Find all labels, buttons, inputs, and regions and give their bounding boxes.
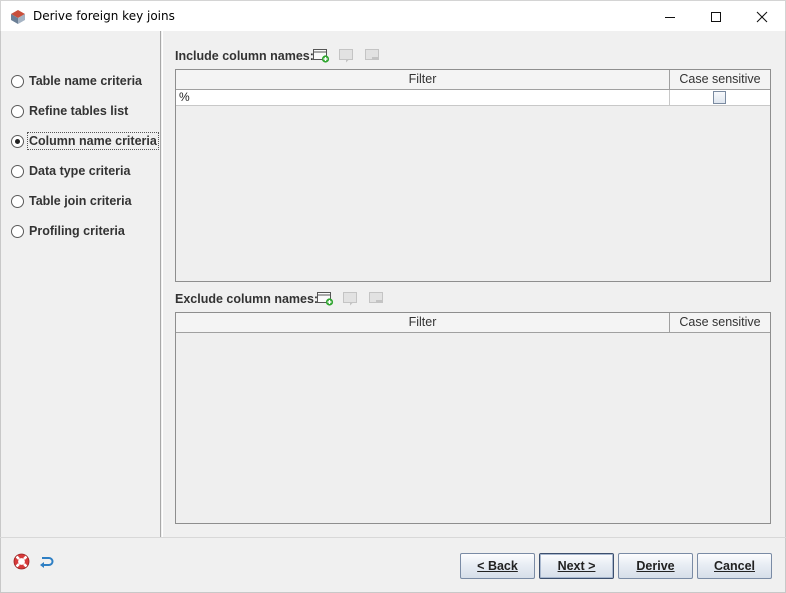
close-icon — [756, 11, 768, 22]
edit-row-icon[interactable] — [338, 47, 356, 63]
radio-button[interactable] — [11, 164, 24, 178]
back-button[interactable]: < Back — [460, 553, 535, 579]
step-label: Table join criteria — [29, 194, 132, 208]
remove-row-icon[interactable] — [368, 290, 386, 306]
case-sensitive-cell — [670, 90, 770, 105]
wizard-steps-panel: Table name criteria Refine tables list C… — [0, 31, 163, 537]
case-sensitive-column-header[interactable]: Case sensitive — [670, 313, 770, 332]
step-column-name-criteria[interactable]: Column name criteria — [11, 131, 159, 151]
derive-button[interactable]: Derive — [618, 553, 693, 579]
radio-button-selected[interactable] — [11, 134, 24, 148]
next-button[interactable]: Next > — [539, 553, 614, 579]
include-section-label: Include column names: — [175, 49, 314, 63]
radio-button[interactable] — [11, 104, 24, 118]
filter-cell[interactable]: % — [176, 90, 670, 105]
radio-button[interactable] — [11, 224, 24, 238]
edit-row-icon[interactable] — [342, 290, 360, 306]
minimize-icon — [665, 16, 675, 18]
case-sensitive-checkbox[interactable] — [713, 91, 726, 104]
exclude-columns-table: Filter Case sensitive — [175, 312, 771, 524]
maximize-button[interactable] — [693, 1, 739, 32]
filter-column-header[interactable]: Filter — [176, 70, 670, 89]
step-refine-tables-list[interactable]: Refine tables list — [11, 101, 128, 121]
footer-divider — [0, 537, 786, 538]
remove-row-icon[interactable] — [364, 47, 382, 63]
help-lifebuoy-icon[interactable] — [13, 553, 30, 570]
step-label: Data type criteria — [29, 164, 131, 178]
radio-button[interactable] — [11, 74, 24, 88]
step-table-name-criteria[interactable]: Table name criteria — [11, 71, 142, 91]
add-row-icon[interactable] — [312, 47, 330, 63]
step-profiling-criteria[interactable]: Profiling criteria — [11, 221, 125, 241]
step-data-type-criteria[interactable]: Data type criteria — [11, 161, 130, 181]
cancel-button[interactable]: Cancel — [697, 553, 772, 579]
add-row-icon[interactable] — [316, 290, 334, 306]
title-bar: Derive foreign key joins — [0, 0, 786, 31]
table-row[interactable]: % — [176, 90, 770, 106]
close-button[interactable] — [739, 1, 785, 32]
table-header: Filter Case sensitive — [176, 70, 770, 90]
minimize-button[interactable] — [647, 1, 693, 32]
exclude-section-label: Exclude column names: — [175, 292, 319, 306]
filter-column-header[interactable]: Filter — [176, 313, 670, 332]
step-table-join-criteria[interactable]: Table join criteria — [11, 191, 132, 211]
step-label: Table name criteria — [29, 74, 143, 88]
case-sensitive-column-header[interactable]: Case sensitive — [670, 70, 770, 89]
app-logo-icon — [11, 10, 25, 24]
step-label: Column name criteria — [27, 132, 159, 150]
undo-icon[interactable] — [38, 553, 55, 570]
radio-button[interactable] — [11, 194, 24, 208]
maximize-icon — [711, 11, 721, 22]
step-label: Refine tables list — [29, 104, 129, 118]
include-columns-table: Filter Case sensitive % — [175, 69, 771, 282]
window-title: Derive foreign key joins — [33, 9, 175, 23]
table-header: Filter Case sensitive — [176, 313, 770, 333]
step-label: Profiling criteria — [29, 224, 125, 238]
